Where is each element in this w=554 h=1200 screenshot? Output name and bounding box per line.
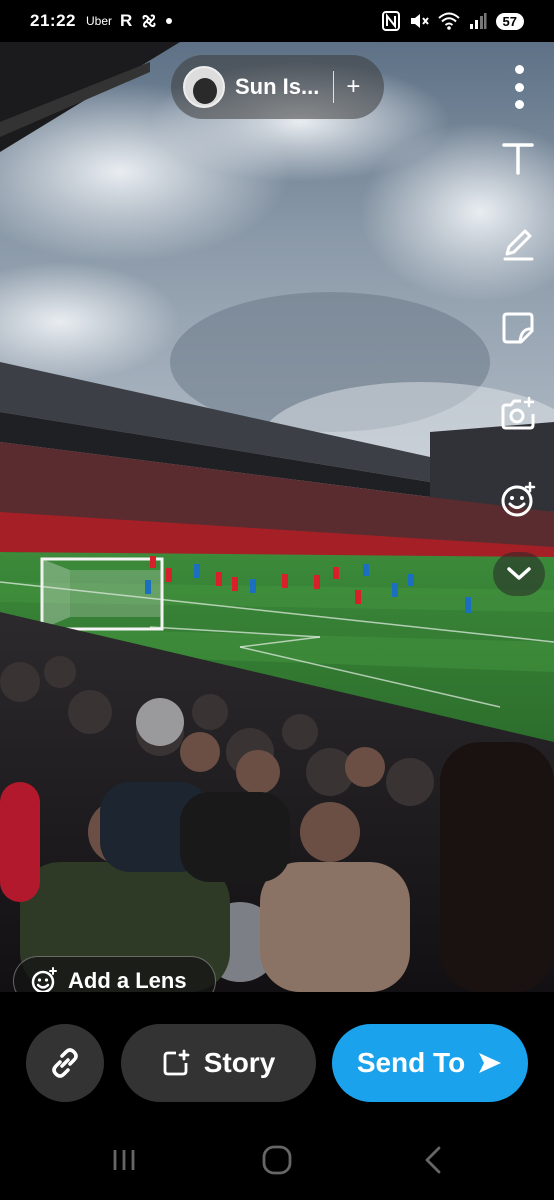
mute-icon	[410, 14, 429, 28]
story-thumbnail	[183, 66, 225, 108]
story-chip-title: Sun Is...	[235, 74, 320, 99]
link-icon	[52, 1048, 78, 1078]
back-icon[interactable]	[413, 1140, 453, 1180]
more-options-icon[interactable]	[509, 65, 529, 109]
status-right-icons: 57	[381, 11, 524, 31]
wifi-icon	[437, 12, 460, 30]
emoji-tool-icon[interactable]	[496, 478, 540, 522]
uber-notification-text: Uber	[85, 14, 112, 28]
send-to-label: Send To	[356, 1047, 466, 1078]
signal-icon	[469, 13, 487, 29]
pen-tool-icon[interactable]	[496, 221, 540, 265]
chip-divider	[333, 71, 335, 103]
expand-toolbar-chevron-icon[interactable]	[493, 552, 545, 596]
status-time: 21:22	[30, 11, 76, 30]
nfc-icon	[381, 11, 400, 31]
add-story-icon	[163, 1049, 190, 1076]
link-button[interactable]	[26, 1024, 104, 1102]
lens-sparkle-icon	[31, 967, 57, 994]
add-to-story-icon[interactable]: +	[346, 73, 360, 101]
notification-dot	[166, 18, 173, 24]
sticker-tool-icon[interactable]	[496, 306, 540, 350]
send-arrow-icon	[479, 1053, 502, 1073]
status-bar: 21:22 Uber R 57	[0, 0, 554, 42]
story-button-label: Story	[203, 1047, 276, 1078]
stadium-photo-image	[0, 42, 554, 992]
text-tool-icon[interactable]	[496, 136, 540, 180]
send-to-button[interactable]: Send To	[332, 1024, 528, 1102]
story-button[interactable]: Story	[121, 1024, 316, 1102]
add-lens-label: Add a Lens	[68, 968, 187, 993]
snap-photo[interactable]	[0, 42, 554, 992]
r-notification-icon: R	[120, 11, 133, 30]
story-chip[interactable]: Sun Is... +	[171, 55, 384, 119]
fan-notification-icon	[142, 14, 156, 28]
camera-lens-tool-icon[interactable]	[496, 392, 540, 436]
recent-apps-icon[interactable]	[104, 1140, 144, 1180]
home-icon[interactable]	[257, 1140, 297, 1180]
status-left-icons: Uber R	[85, 11, 173, 31]
battery-icon: 57	[495, 12, 524, 30]
